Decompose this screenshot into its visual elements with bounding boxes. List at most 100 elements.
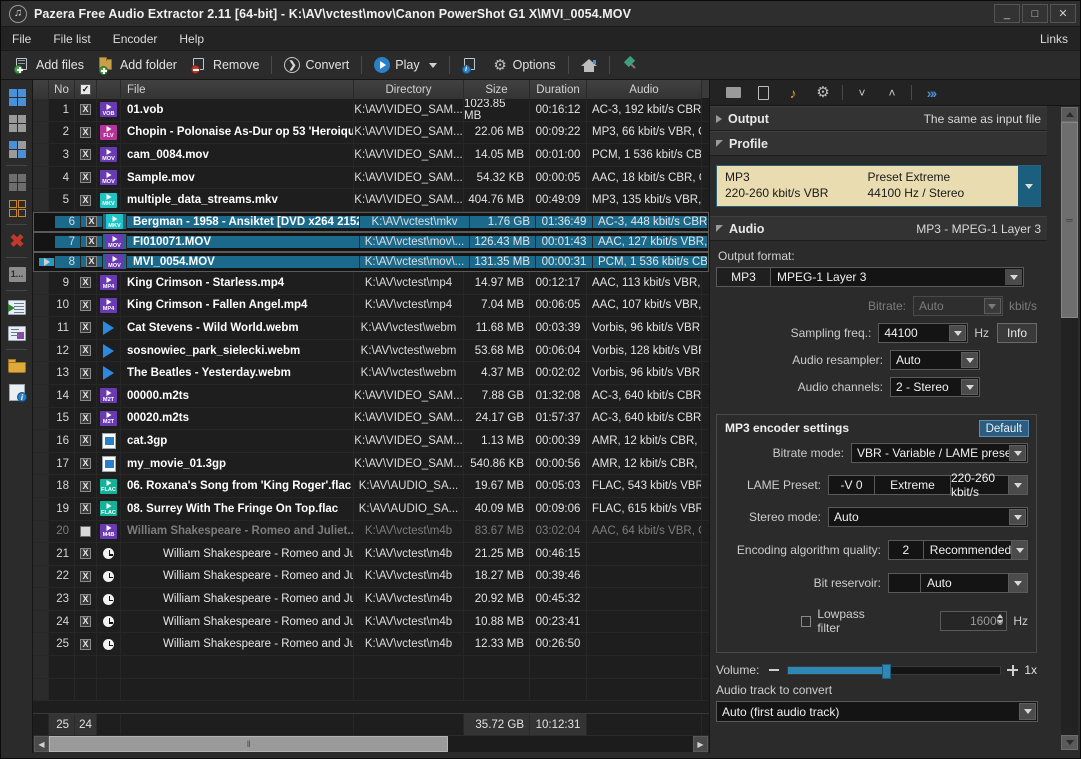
table-row[interactable]: 10XMP4King Crimson - Fallen Angel.mp4K:\…	[33, 295, 709, 318]
row-checkbox-cell[interactable]: X	[75, 99, 97, 121]
row-checkbox[interactable]: X	[80, 548, 91, 559]
scroll-right-button[interactable]: ▶	[693, 736, 708, 752]
panel-scroll-thumb[interactable]: ═	[1061, 122, 1078, 318]
table-row[interactable]: 21XWilliam Shakespeare - Romeo and Juli.…	[33, 543, 709, 566]
row-checkbox[interactable]: X	[86, 256, 97, 267]
rail-import-list-button[interactable]	[1, 294, 33, 320]
volume-minus-icon[interactable]	[769, 669, 779, 671]
table-row[interactable]: 17Xmy_movie_01.3gpK:\AV\VIDEO_SAM...540.…	[33, 453, 709, 476]
resampler-dropdown[interactable]	[961, 352, 978, 368]
row-checkbox[interactable]: X	[80, 149, 91, 160]
table-row[interactable]: 12Xsosnowiec_park_sielecki.webmK:\AV\vct…	[33, 340, 709, 363]
panel-settings-button[interactable]: ⚙	[808, 82, 838, 104]
row-checkbox-cell[interactable]: X	[81, 216, 103, 227]
row-checkbox[interactable]: X	[80, 390, 91, 401]
minimize-button[interactable]: _	[994, 4, 1020, 23]
table-row[interactable]: 16Xcat.3gpK:\AV\VIDEO_SAM...1.13 MB00:00…	[33, 430, 709, 453]
row-checkbox[interactable]: X	[80, 481, 91, 492]
profile-dropdown-button[interactable]	[1018, 166, 1040, 206]
rail-save-list-button[interactable]	[1, 320, 33, 346]
options-button[interactable]: ⚙ Options	[486, 53, 563, 77]
row-checkbox-cell[interactable]: X	[75, 633, 97, 655]
menu-help[interactable]: Help	[168, 27, 215, 51]
row-checkbox[interactable]: X	[80, 435, 91, 446]
quality-select[interactable]: 2 Recommended	[888, 540, 1028, 560]
reservoir-dropdown[interactable]	[1009, 574, 1027, 592]
panel-expand-all-button[interactable]: ˄	[877, 82, 907, 104]
row-checkbox-cell[interactable]: X	[75, 167, 97, 189]
row-checkbox[interactable]: X	[80, 195, 91, 206]
header-checkbox[interactable]: ✓	[80, 84, 91, 95]
table-row[interactable]: 14XM2T00000.m2tsK:\AV\VIDEO_SAM...7.88 G…	[33, 385, 709, 408]
header-file[interactable]: File	[121, 80, 354, 99]
channels-select[interactable]: 2 - Stereo	[890, 377, 980, 397]
table-row[interactable]: 5XMKVmultiple_data_streams.mkvK:\AV\VIDE…	[33, 189, 709, 212]
row-checkbox[interactable]: X	[80, 127, 91, 138]
rail-clear-list-button[interactable]: ✖	[1, 228, 33, 254]
table-row[interactable]: 9XMP4King Crimson - Starless.mp4K:\AV\vc…	[33, 272, 709, 295]
row-checkbox[interactable]: X	[80, 413, 91, 424]
row-checkbox-cell[interactable]: X	[75, 272, 97, 294]
row-checkbox[interactable]: X	[80, 277, 91, 288]
encoder-default-button[interactable]: Default	[979, 420, 1029, 437]
panel-document-button[interactable]	[748, 82, 778, 104]
row-checkbox-cell[interactable]: X	[75, 611, 97, 633]
table-row[interactable]: 13XThe Beatles - Yesterday.webmK:\AV\vct…	[33, 362, 709, 385]
hscroll-thumb[interactable]: ‖	[49, 736, 448, 752]
panel-scroll-down-button[interactable]	[1061, 735, 1078, 750]
audio-track-select[interactable]: Auto (first audio track)	[716, 701, 1038, 722]
channels-dropdown[interactable]	[961, 379, 978, 395]
lame-preset-dropdown[interactable]	[1009, 476, 1027, 494]
bitrate-mode-dropdown[interactable]	[1009, 445, 1026, 461]
close-button[interactable]: ✕	[1050, 4, 1076, 23]
row-checkbox-cell[interactable]: X	[75, 566, 97, 588]
row-checkbox-cell[interactable]: X	[75, 475, 97, 497]
add-files-button[interactable]: Add files	[7, 53, 91, 77]
row-checkbox-cell[interactable]: X	[75, 317, 97, 339]
row-checkbox[interactable]: X	[80, 345, 91, 356]
quality-dropdown[interactable]	[1012, 541, 1027, 559]
resampler-select[interactable]: Auto	[890, 350, 980, 370]
row-checkbox[interactable]: X	[80, 322, 91, 333]
add-folder-button[interactable]: Add folder	[91, 53, 184, 77]
output-format-dropdown[interactable]	[1005, 269, 1022, 285]
hscroll-track[interactable]: ‖	[49, 736, 693, 752]
row-checkbox[interactable]: X	[80, 300, 91, 311]
rail-select-all-button[interactable]	[1, 84, 33, 110]
row-checkbox-cell[interactable]: X	[75, 430, 97, 452]
header-icon[interactable]	[97, 80, 121, 99]
table-row[interactable]: 23XWilliam Shakespeare - Romeo and Juli.…	[33, 588, 709, 611]
header-check[interactable]: ✓	[75, 80, 97, 99]
table-row[interactable]: 1XVOB01.vobK:\AV\VIDEO_SAM...1023.85 MB0…	[33, 99, 709, 122]
header-audio[interactable]: Audio	[587, 80, 702, 99]
stereo-mode-dropdown[interactable]	[1009, 509, 1026, 525]
row-checkbox[interactable]: X	[80, 104, 91, 115]
row-checkbox-cell[interactable]: X	[75, 588, 97, 610]
row-checkbox-cell[interactable]: X	[75, 543, 97, 565]
table-row[interactable]: 25XWilliam Shakespeare - Romeo and Juli.…	[33, 633, 709, 656]
play-button[interactable]: Play	[367, 53, 443, 77]
row-checkbox[interactable]	[80, 526, 91, 537]
output-section-header[interactable]: Output The same as input file	[710, 106, 1047, 131]
reservoir-select[interactable]: Auto	[888, 573, 1028, 593]
row-checkbox-cell[interactable]: X	[75, 144, 97, 166]
spinner-arrows-icon[interactable]	[997, 614, 1003, 624]
file-info-button[interactable]: i	[455, 53, 486, 77]
row-checkbox-cell[interactable]: X	[75, 408, 97, 430]
rail-deselect-all-button[interactable]	[1, 110, 33, 136]
menu-file[interactable]: File	[1, 27, 42, 51]
rail-outline-group-button[interactable]	[1, 195, 33, 221]
row-checkbox-cell[interactable]: X	[75, 385, 97, 407]
row-checkbox[interactable]: X	[80, 639, 91, 650]
row-checkbox[interactable]: X	[80, 571, 91, 582]
row-checkbox[interactable]: X	[80, 594, 91, 605]
row-checkbox-cell[interactable]: X	[75, 340, 97, 362]
table-row[interactable]: 11XCat Stevens - Wild World.webmK:\AV\vc…	[33, 317, 709, 340]
table-row[interactable]: 7XMOVFI010071.MOVK:\AV\vctest\mov\...126…	[33, 232, 709, 252]
table-row[interactable]: 4XMOVSample.movK:\AV\VIDEO_SAM...54.32 K…	[33, 167, 709, 190]
table-row[interactable]: 3XMOVcam_0084.movK:\AV\VIDEO_SAM...14.05…	[33, 144, 709, 167]
profile-display[interactable]: MP3 220-260 kbit/s VBR Preset Extreme 44…	[717, 166, 1018, 206]
volume-plus-icon[interactable]	[1007, 665, 1018, 676]
row-checkbox-cell[interactable]	[75, 521, 97, 543]
stereo-mode-select[interactable]: Auto	[828, 507, 1028, 527]
